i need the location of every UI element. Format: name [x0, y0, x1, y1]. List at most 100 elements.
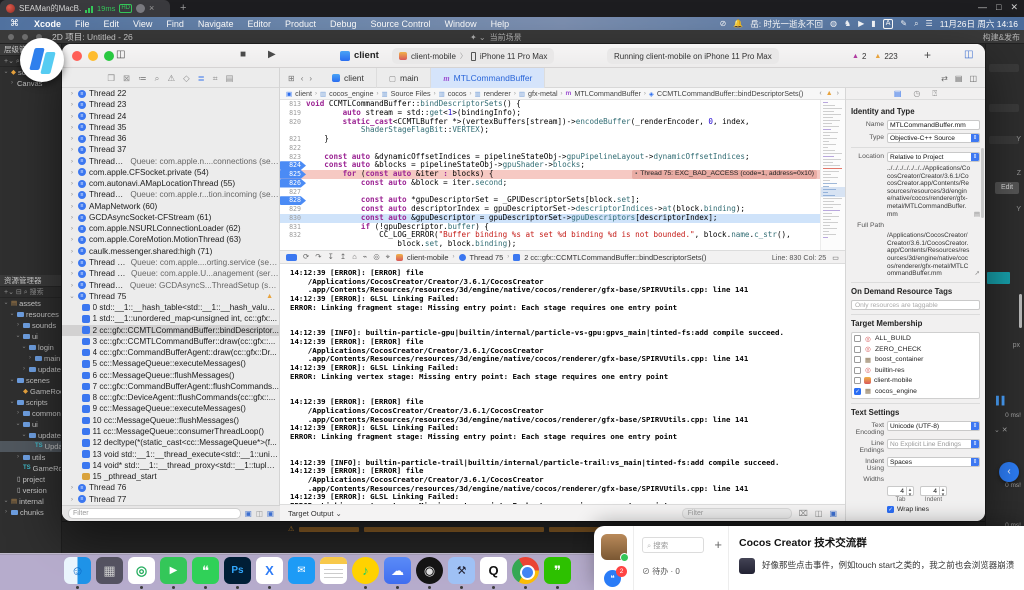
dock-messages-icon[interactable]: ❝: [192, 557, 219, 584]
stack-frame-row[interactable]: 15 _pthread_start: [62, 471, 279, 482]
code-line[interactable]: 829 const auto descriptorIndex = gpuDesc…: [280, 205, 845, 214]
indent-using-select[interactable]: Spaces: [887, 457, 980, 467]
tab-client[interactable]: client: [320, 68, 377, 88]
folder-icon[interactable]: ▤: [974, 211, 980, 219]
code-line[interactable]: 824 const auto &blocks = pipelineStateOb…: [280, 161, 845, 170]
tree-item-common[interactable]: ›common: [0, 408, 61, 419]
debug-crumb[interactable]: client-mobile: [407, 253, 449, 262]
stack-frame-row[interactable]: 10 cc::MessageQueue::flushMessages(): [62, 415, 279, 426]
breakpoints-toggle[interactable]: [286, 254, 297, 261]
code-line[interactable]: ShaderStageFlagBit::VERTEX);: [280, 126, 845, 135]
thread-filter-input[interactable]: Filter: [68, 508, 241, 519]
tree-item-version[interactable]: ▯version: [0, 485, 61, 496]
breakpoint-marker[interactable]: 828: [280, 196, 306, 205]
disclosure-icon[interactable]: ›: [69, 280, 75, 291]
pencil-icon[interactable]: ✎: [900, 19, 907, 28]
filter-option-icon[interactable]: ◫: [256, 509, 263, 518]
navigator-icon-0[interactable]: ❐: [107, 73, 115, 84]
line-endings-select[interactable]: No Explicit Line Endings: [887, 439, 980, 449]
tree-item-scripts[interactable]: ⌄scripts: [0, 397, 61, 408]
control-center-icon[interactable]: ☰: [926, 19, 933, 28]
code-line[interactable]: 825 for (const auto &iter : blocks) {▪Th…: [280, 170, 845, 179]
thread-row[interactable]: ›≡Thread 51 Queue: com.apple.n....connec…: [62, 156, 279, 167]
input-method-icon[interactable]: A: [883, 19, 894, 29]
stack-frame-row[interactable]: 7 cc::gfx::CommandBufferAgent::flushComm…: [62, 381, 279, 392]
navigator-icon-2[interactable]: ≔: [138, 73, 147, 84]
thread-row[interactable]: ›≡com.apple.NSURLConnectionLoader (62): [62, 223, 279, 234]
disclosure-icon[interactable]: ›: [69, 223, 75, 234]
debug-control-icon-3[interactable]: ↥: [340, 252, 346, 262]
odr-tags-input[interactable]: Only resources are taggable: [851, 300, 980, 310]
menu-view[interactable]: View: [126, 19, 159, 29]
navigator-icon-8[interactable]: ▤: [226, 73, 234, 84]
disclosure-icon[interactable]: ›: [9, 78, 15, 89]
dock-mail-icon[interactable]: ✉: [288, 557, 315, 584]
disclosure-icon[interactable]: ›: [69, 178, 75, 189]
breakpoint-marker[interactable]: 824: [280, 161, 306, 170]
target-row-client-mobile[interactable]: client-mobile: [854, 376, 977, 387]
disclosure-icon[interactable]: ›: [27, 353, 33, 364]
breakpoint-marker[interactable]: 826: [280, 179, 306, 188]
disclosure-icon[interactable]: ›: [69, 167, 75, 178]
code-line[interactable]: 820 static_cast<CCMTLBuffer *>(vertexBuf…: [280, 118, 845, 127]
dock-finder-icon[interactable]: ☺: [64, 557, 91, 584]
tree-item-update[interactable]: ⌄update: [0, 430, 61, 441]
collapse-fab-button[interactable]: ‹: [999, 462, 1019, 482]
dock-xcode-icon[interactable]: X: [256, 557, 283, 584]
assets-toolbar[interactable]: +⌄ ⊟ ⌕ 搜索: [0, 287, 61, 298]
file-inspector-icon[interactable]: ▤: [894, 89, 902, 98]
disclosure-icon[interactable]: ›: [21, 364, 27, 375]
dock-wechat-icon[interactable]: ❞: [544, 557, 571, 584]
thread-row[interactable]: ›≡Thread 74 Queue: GCDAsyncS...ThreadSet…: [62, 280, 279, 291]
edit-button[interactable]: Edit: [995, 182, 1019, 194]
jumpbar-segment[interactable]: cocos_engine: [329, 89, 373, 98]
disclosure-icon[interactable]: ⌄: [21, 430, 27, 441]
disclosure-icon[interactable]: ›: [69, 189, 75, 200]
tree-item-resources[interactable]: ⌄resources: [0, 309, 61, 320]
menu-window[interactable]: Window: [438, 19, 484, 29]
tab-main[interactable]: ▢main: [377, 68, 432, 88]
window-maximize-icon[interactable]: □: [996, 2, 1001, 13]
target-checkbox[interactable]: [854, 335, 861, 342]
code-line[interactable]: 813void CCMTLCommandBuffer::bindDescript…: [280, 100, 845, 109]
disclosure-icon[interactable]: ›: [69, 201, 75, 212]
location-select[interactable]: Relative to Project: [887, 152, 980, 162]
tab-overview-icon[interactable]: ⊞: [288, 74, 295, 83]
disclosure-icon[interactable]: ›: [69, 144, 75, 155]
disclosure-icon[interactable]: ›: [69, 494, 75, 505]
disclosure-icon[interactable]: ›: [3, 507, 9, 518]
thread-row[interactable]: ›≡Thread 24: [62, 111, 279, 122]
sender-avatar[interactable]: [739, 558, 755, 574]
menu-edit[interactable]: Edit: [97, 19, 127, 29]
todo-item[interactable]: ⊘ 待办 · 0: [642, 566, 680, 577]
window-minimize-icon[interactable]: —: [978, 2, 987, 13]
inspector-scrollbar[interactable]: [981, 148, 984, 218]
next-issue-icon[interactable]: ›: [837, 90, 839, 97]
jumpbar-segment[interactable]: MTLCommandBuffer: [574, 89, 641, 98]
jumpbar-segment[interactable]: gfx-metal: [528, 89, 558, 98]
minimap[interactable]: [820, 100, 845, 250]
debug-control-icon-6[interactable]: ◎: [373, 252, 380, 262]
code-area[interactable]: 813void CCMTLCommandBuffer::bindDescript…: [280, 100, 845, 250]
code-line[interactable]: 826 const auto &block = iter.second;: [280, 179, 845, 188]
disclosure-icon[interactable]: ⌄: [15, 419, 21, 430]
library-add-button[interactable]: +: [924, 48, 931, 62]
run-button[interactable]: ▶: [268, 49, 276, 60]
disclosure-icon[interactable]: ›: [15, 320, 21, 331]
thread-row[interactable]: ›≡Thread 23: [62, 99, 279, 110]
target-row-boost_container[interactable]: ▦boost_container: [854, 355, 977, 366]
breakpoint-marker[interactable]: 825: [280, 170, 306, 179]
disclosure-icon[interactable]: ›: [69, 212, 75, 223]
panel-scrollbar[interactable]: [1019, 294, 1022, 328]
tree-item-scenes[interactable]: ⌄scenes: [0, 375, 61, 386]
target-checkbox[interactable]: [854, 377, 861, 384]
stack-frame-row[interactable]: 14 void* std::__1::__thread_proxy<std::_…: [62, 460, 279, 471]
menu-navigate[interactable]: Navigate: [191, 19, 241, 29]
mute-icon[interactable]: ♞: [844, 19, 851, 28]
thread-row[interactable]: ›≡Thread 22: [62, 88, 279, 99]
jumpbar-segment[interactable]: client: [295, 89, 312, 98]
thread-row[interactable]: ›≡Thread 77: [62, 494, 279, 505]
debug-control-icon-7[interactable]: ⌖: [386, 252, 390, 262]
disclosure-icon[interactable]: ›: [69, 111, 75, 122]
dock-launchpad-icon[interactable]: ▦: [96, 557, 123, 584]
